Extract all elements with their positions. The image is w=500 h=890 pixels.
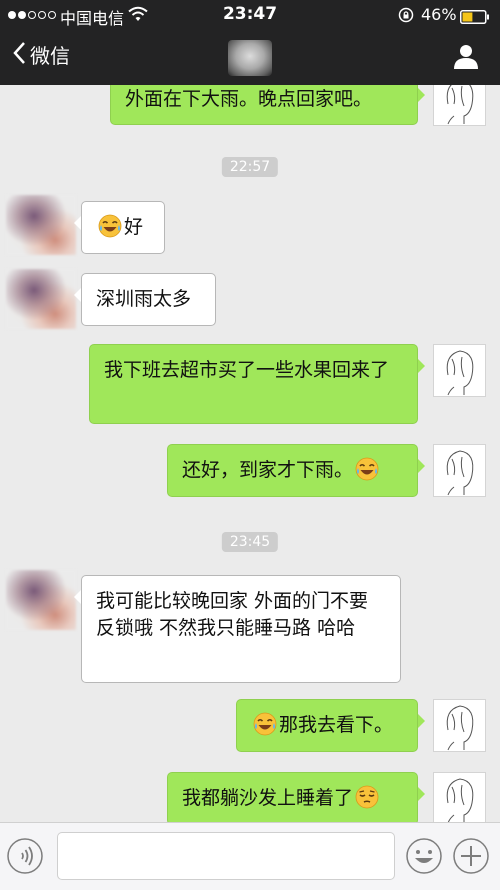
message-text: 那我去看下。 (279, 714, 394, 736)
contact-avatar[interactable] (228, 40, 272, 76)
profile-icon (452, 45, 480, 74)
message-text: 还好，到家才下雨。 (182, 459, 354, 481)
my-avatar[interactable] (433, 444, 486, 497)
message-bubble-outgoing[interactable]: 还好，到家才下雨。 (167, 444, 425, 497)
battery-percent: 46% (421, 5, 457, 24)
status-bar: 中国电信 23:47 46% (0, 0, 500, 30)
timestamp: 22:57 (221, 157, 279, 177)
message-text: 外面在下大雨。晚点回家吧。 (125, 88, 373, 110)
message-text: 我都躺沙发上睡着了 (182, 787, 354, 809)
contact-avatar-small[interactable] (6, 570, 76, 630)
top-bar: 中国电信 23:47 46% 微信 (0, 0, 500, 85)
message-bubble-outgoing[interactable]: 那我去看下。 (236, 699, 425, 752)
laugh-cry-emoji (253, 712, 277, 744)
message-bubble-outgoing[interactable]: 我都躺沙发上睡着了 (167, 772, 425, 822)
chevron-left-icon (12, 41, 26, 69)
contact-avatar-small[interactable] (6, 195, 76, 255)
more-button[interactable] (452, 837, 490, 879)
my-avatar[interactable] (433, 344, 486, 397)
my-avatar[interactable] (433, 699, 486, 752)
back-label: 微信 (30, 44, 70, 68)
laugh-cry-emoji (355, 457, 379, 489)
timestamp: 23:45 (221, 532, 279, 552)
message-bubble-incoming[interactable]: 好 (74, 201, 165, 254)
message-bubble-incoming[interactable]: 深圳雨太多 (74, 273, 216, 326)
profile-button[interactable] (452, 42, 480, 74)
contact-avatar-small[interactable] (6, 269, 76, 329)
input-bar (0, 822, 500, 890)
emoji-button[interactable] (405, 837, 443, 879)
battery-icon (460, 9, 490, 28)
message-text: 我下班去超市买了一些水果回来了 (104, 359, 390, 381)
nav-bar: 微信 (0, 30, 500, 85)
plus-icon (452, 838, 490, 879)
message-input[interactable] (57, 832, 395, 880)
voice-icon (6, 838, 44, 879)
message-bubble-incoming[interactable]: 我可能比较晚回家 外面的门不要反锁哦 不然我只能睡马路 哈哈 (74, 575, 401, 683)
pensive-emoji (355, 785, 379, 817)
message-bubble-outgoing[interactable]: 外面在下大雨。晚点回家吧。 (110, 85, 425, 125)
emoji-icon (405, 838, 443, 879)
voice-button[interactable] (6, 837, 44, 879)
chat-area[interactable]: 外面在下大雨。晚点回家吧。 22:57 好 深圳雨太多 我下班去超市买了一些水果… (0, 85, 500, 822)
back-button[interactable]: 微信 (12, 40, 70, 69)
my-avatar[interactable] (433, 85, 486, 126)
message-text: 我可能比较晚回家 外面的门不要反锁哦 不然我只能睡马路 哈哈 (96, 590, 369, 639)
message-bubble-outgoing[interactable]: 我下班去超市买了一些水果回来了 (89, 344, 425, 424)
my-avatar[interactable] (433, 772, 486, 822)
laugh-cry-emoji (98, 214, 122, 246)
message-text: 好 (124, 216, 144, 238)
message-text: 深圳雨太多 (96, 288, 192, 310)
orientation-lock-icon (398, 7, 414, 27)
